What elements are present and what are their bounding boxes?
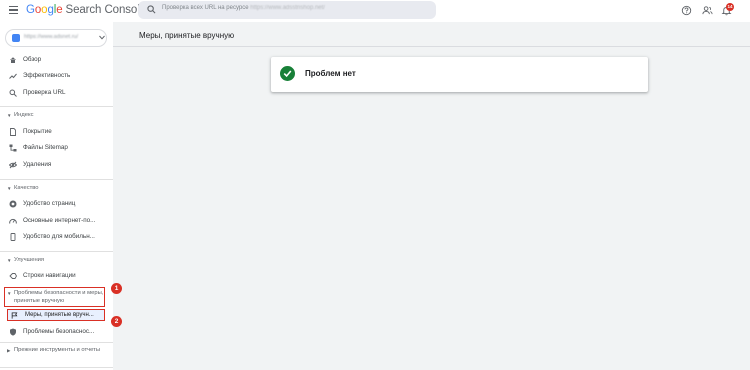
- flag-icon: [11, 312, 18, 319]
- chevron-down-icon: [99, 35, 105, 40]
- top-app-bar: Google Search Console Проверка всех URL н…: [0, 0, 750, 22]
- trending-icon: [9, 73, 17, 79]
- home-icon: [10, 57, 16, 63]
- badge-icon: [9, 200, 17, 208]
- check-circle-icon: [280, 66, 295, 81]
- notification-count-badge: 14: [726, 3, 734, 11]
- sidebar-divider: [0, 179, 113, 180]
- sidebar-item-breadcrumbs[interactable]: Строки навигации: [0, 269, 113, 283]
- sidebar-item-label: Обзор: [23, 56, 42, 63]
- search-placeholder: Проверка всех URL на ресурсе https://www…: [162, 5, 325, 11]
- sidebar-item-security-issues[interactable]: Проблемы безопаснос...: [0, 325, 113, 339]
- search-placeholder-text: Проверка всех URL на ресурсе: [162, 5, 249, 11]
- logo-letter: G: [26, 4, 35, 16]
- sidebar-item-label: Основные интернет-по...: [23, 217, 96, 224]
- sidebar-item-label: Покрытие: [23, 128, 52, 135]
- logo-letter: e: [56, 4, 63, 16]
- sidebar-item-label: Строки навигации: [23, 272, 76, 279]
- sidebar-item-page-experience[interactable]: Удобство страниц: [0, 197, 113, 211]
- sidebar-item-label: Удобство страниц: [23, 200, 76, 207]
- sidebar-item-coverage[interactable]: Покрытие: [0, 125, 113, 139]
- annotation-callout-2: 2: [111, 316, 122, 327]
- property-icon: [12, 34, 20, 42]
- collapse-arrow-icon: ▼: [7, 113, 12, 118]
- expand-arrow-icon: ▶: [7, 348, 11, 353]
- sidebar-item-label: Проверка URL: [23, 89, 66, 96]
- sidebar-item-mobile-usability[interactable]: Удобство для мобильн...: [0, 230, 113, 244]
- users-icon[interactable]: [702, 5, 713, 16]
- sidebar-divider: [0, 367, 113, 368]
- status-card: Проблем нет: [271, 57, 648, 92]
- file-icon: [10, 128, 16, 136]
- annotation-highlight-box: [4, 287, 105, 307]
- search-icon: [9, 89, 17, 97]
- google-search-console-logo[interactable]: Google Search Console: [26, 4, 146, 16]
- section-title: Индекс: [14, 112, 34, 118]
- sidebar-item-manual-actions[interactable]: Меры, принятые вручн...: [7, 309, 105, 321]
- sidebar-divider: [0, 251, 113, 252]
- eye-off-icon: [9, 161, 17, 169]
- sidebar-item-overview[interactable]: Обзор: [0, 53, 113, 67]
- sidebar-item-label: Эффективность: [23, 72, 71, 79]
- sidebar-item-sitemaps[interactable]: Файлы Sitemap: [0, 141, 113, 155]
- property-url: https://www.adsnet.ru/: [24, 34, 79, 40]
- sidebar-item-core-web-vitals[interactable]: Основные интернет-по...: [0, 214, 113, 228]
- url-inspection-search-input[interactable]: Проверка всех URL на ресурсе https://www…: [138, 1, 436, 19]
- title-divider: [113, 46, 750, 47]
- collapse-arrow-icon: ▼: [7, 258, 12, 263]
- help-icon[interactable]: [681, 5, 692, 16]
- sidebar-divider: [0, 342, 113, 343]
- page-title: Меры, принятые вручную: [139, 31, 235, 40]
- section-title: Улучшения: [14, 257, 45, 263]
- section-title: Качество: [14, 185, 39, 191]
- sidebar-item-label: Меры, принятые вручн...: [25, 311, 94, 318]
- search-icon: [147, 5, 156, 14]
- sidebar-item-label: Файлы Sitemap: [23, 144, 68, 151]
- sidebar-item-removals[interactable]: Удаления: [0, 158, 113, 172]
- sidebar-item-performance[interactable]: Эффективность: [0, 69, 113, 83]
- sidebar-item-label: Удобство для мобильн...: [23, 233, 95, 240]
- sidebar-item-label: Проблемы безопаснос...: [23, 328, 95, 335]
- menu-icon[interactable]: [9, 6, 18, 14]
- search-placeholder-domain: https://www.adsstrishop.net/: [250, 5, 325, 11]
- shield-icon: [10, 328, 16, 336]
- status-text: Проблем нет: [305, 69, 356, 78]
- speedometer-icon: [9, 218, 17, 224]
- sidebar-divider: [0, 106, 113, 107]
- property-selector[interactable]: https://www.adsnet.ru/: [5, 29, 107, 47]
- sidebar-item-label: Удаления: [23, 161, 52, 168]
- section-title: Прежние инструменты и отчеты: [14, 347, 101, 353]
- collapse-arrow-icon: ▼: [7, 186, 12, 191]
- mobile-icon: [10, 233, 16, 241]
- sitemap-icon: [9, 144, 17, 152]
- breadcrumb-icon: [9, 273, 17, 279]
- product-name: Search Console: [65, 4, 147, 16]
- annotation-callout-1: 1: [111, 283, 122, 294]
- sidebar-item-url-inspection[interactable]: Проверка URL: [0, 86, 113, 100]
